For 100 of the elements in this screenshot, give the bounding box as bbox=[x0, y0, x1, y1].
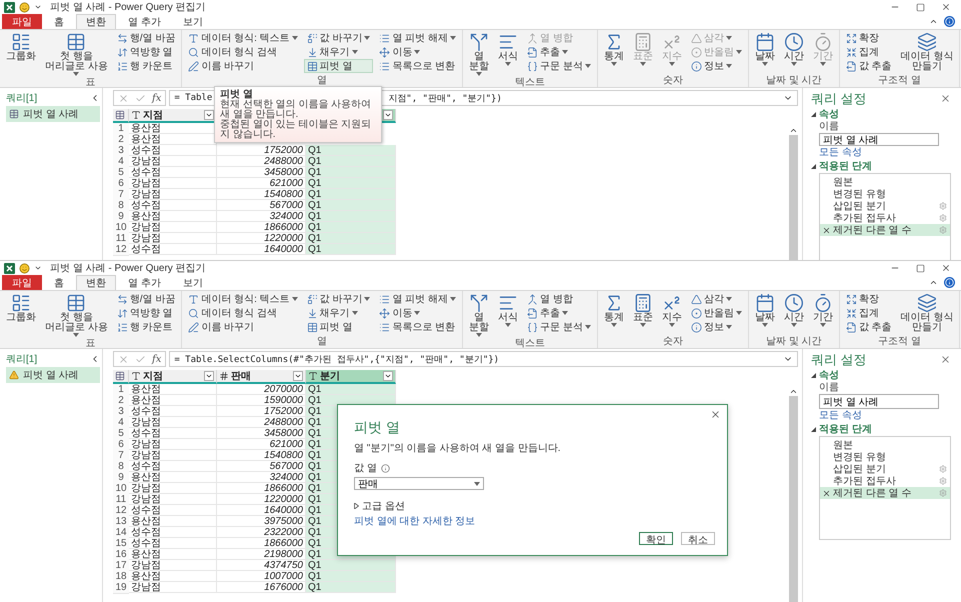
query-item[interactable]: 피벗 열 사례 bbox=[6, 106, 100, 122]
insert-function-label[interactable]: fx bbox=[152, 92, 162, 104]
ribbon-button[interactable]: 그룹화 bbox=[3, 31, 39, 63]
ribbon-button[interactable]: 열 분할 bbox=[466, 31, 492, 77]
ribbon-button[interactable]: 피벗 열 bbox=[304, 59, 374, 73]
ribbon-button[interactable]: 확장 bbox=[842, 292, 895, 306]
ribbon-button[interactable]: 확장 bbox=[842, 31, 895, 45]
ok-button[interactable]: 확인 bbox=[639, 532, 673, 545]
ribbon-button[interactable]: 구문 분석 bbox=[524, 59, 594, 73]
ribbon-button[interactable]: 이름 바꾸기 bbox=[185, 320, 301, 334]
file-menu-tab[interactable]: 파일 bbox=[2, 275, 42, 290]
step-item[interactable]: 원본 bbox=[820, 176, 950, 188]
step-item[interactable]: 추가된 접두사 bbox=[820, 212, 950, 224]
step-item[interactable]: 변경된 유형 bbox=[820, 188, 950, 200]
insert-function-label[interactable]: fx bbox=[152, 354, 162, 364]
help-icon[interactable] bbox=[944, 277, 955, 288]
ribbon-button[interactable]: 역방향 열 bbox=[114, 45, 178, 59]
ribbon-button[interactable]: 집계 bbox=[842, 45, 895, 59]
ribbon-button[interactable]: 이동 bbox=[376, 45, 460, 59]
ribbon-button[interactable]: 채우기 bbox=[304, 45, 374, 59]
step-item[interactable]: 변경된 유형 bbox=[820, 451, 950, 463]
file-menu-tab[interactable]: 파일 bbox=[2, 14, 42, 29]
step-item[interactable]: 제거된 다른 열 수 bbox=[820, 487, 950, 499]
ribbon-tab[interactable]: 홈 bbox=[44, 14, 74, 29]
ribbon-button[interactable]: 정보 bbox=[688, 59, 745, 73]
ribbon-button[interactable]: 채우기 bbox=[304, 306, 374, 320]
ribbon-button[interactable]: 데이터 형식 검색 bbox=[185, 306, 301, 320]
column-header[interactable]: 지점 bbox=[129, 109, 217, 123]
ribbon-tab[interactable]: 보기 bbox=[172, 14, 213, 29]
ribbon-button[interactable]: 목록으로 변환 bbox=[376, 59, 460, 73]
step-item[interactable]: 추가된 접두사 bbox=[820, 475, 950, 487]
query-name-field[interactable]: 피벗 열 사례 bbox=[819, 133, 939, 146]
ribbon-button[interactable]: 값 추출 bbox=[842, 59, 895, 73]
column-header[interactable]: 지점 bbox=[129, 370, 217, 384]
query-name-field[interactable]: 피벗 열 사례 bbox=[819, 394, 939, 409]
ribbon-button[interactable]: 값 추출 bbox=[842, 320, 895, 334]
ribbon-button[interactable]: 반올림 bbox=[688, 306, 745, 320]
ribbon-button[interactable]: 데이터 형식 만들기 bbox=[898, 31, 956, 73]
ribbon-button[interactable]: 열 피벗 해제 bbox=[376, 292, 460, 306]
ribbon-tab[interactable]: 홈 bbox=[44, 275, 74, 290]
ribbon-button[interactable]: 정보 bbox=[688, 320, 745, 334]
ribbon-button[interactable]: 서식 bbox=[495, 31, 522, 67]
ribbon-button[interactable]: 값 바꾸기 bbox=[304, 292, 374, 306]
formula-bar[interactable]: = Table.SelectColumns(#"추가된 접두사",{"지점", "판매", "분기"}) bbox=[169, 351, 798, 367]
step-item[interactable]: 원본 bbox=[820, 439, 950, 451]
vertical-scrollbar[interactable] bbox=[789, 386, 798, 602]
query-item[interactable]: 피벗 열 사례 bbox=[6, 367, 100, 383]
ribbon-button[interactable]: 통계 bbox=[600, 31, 627, 67]
step-item[interactable]: 삽입된 분기 bbox=[820, 463, 950, 475]
ribbon-button[interactable]: 행/열 바꿈 bbox=[114, 31, 178, 45]
ribbon-button[interactable]: 피벗 열 bbox=[304, 320, 374, 334]
ribbon-button[interactable]: 그룹화 bbox=[3, 292, 39, 324]
ribbon-button[interactable]: 기간 bbox=[810, 292, 836, 328]
ribbon-button[interactable]: 역방향 열 bbox=[114, 306, 178, 320]
column-header[interactable]: 분기 bbox=[306, 370, 396, 384]
ribbon-button[interactable]: 추출 bbox=[524, 45, 594, 59]
ribbon-button[interactable]: 통계 bbox=[600, 292, 627, 328]
ribbon-tab[interactable]: 보기 bbox=[172, 275, 213, 290]
ribbon-button[interactable]: 삼각 bbox=[688, 292, 745, 306]
all-properties-link[interactable]: 모든 속성 bbox=[811, 410, 951, 421]
ribbon-button[interactable]: 첫 행을 머리글로 사용 bbox=[42, 292, 111, 338]
ribbon-button[interactable]: 집계 bbox=[842, 306, 895, 320]
ribbon-button[interactable]: 첫 행을 머리글로 사용 bbox=[42, 31, 111, 77]
ribbon-button[interactable]: 서식 bbox=[495, 292, 522, 328]
ribbon-button[interactable]: 날짜 bbox=[752, 292, 778, 328]
ribbon-tab[interactable]: 변환 bbox=[76, 14, 116, 29]
ribbon-button[interactable]: 행/열 바꿈 bbox=[114, 292, 178, 306]
filter-button[interactable] bbox=[383, 371, 393, 381]
ribbon-tab[interactable]: 열 추가 bbox=[118, 275, 171, 290]
ribbon-button[interactable]: 값 바꾸기 bbox=[304, 31, 374, 45]
ribbon-button[interactable]: 행 카운트 bbox=[114, 320, 178, 334]
step-item[interactable]: 삽입된 분기 bbox=[820, 200, 950, 212]
ribbon-button[interactable]: 데이터 형식 만들기 bbox=[898, 292, 956, 334]
ribbon-button[interactable]: 추출 bbox=[524, 306, 594, 320]
ribbon-tab[interactable]: 열 추가 bbox=[118, 14, 171, 29]
ribbon-button[interactable]: 열 분할 bbox=[466, 292, 492, 338]
ribbon-button[interactable]: 구문 분석 bbox=[524, 320, 594, 334]
filter-button[interactable] bbox=[383, 110, 393, 120]
ribbon-button[interactable]: 열 피벗 해제 bbox=[376, 31, 460, 45]
column-header[interactable]: 판매 bbox=[217, 370, 306, 384]
ribbon-button[interactable]: 이동 bbox=[376, 306, 460, 320]
help-icon[interactable] bbox=[944, 16, 955, 27]
vertical-scrollbar[interactable] bbox=[789, 125, 798, 260]
filter-button[interactable] bbox=[204, 110, 214, 120]
ribbon-button[interactable]: 데이터 형식: 텍스트 bbox=[185, 292, 301, 306]
ribbon-button[interactable]: 날짜 bbox=[752, 31, 778, 67]
ribbon-button[interactable]: 데이터 형식 검색 bbox=[185, 45, 301, 59]
ribbon-button[interactable]: 지수 bbox=[658, 292, 685, 328]
ribbon-button[interactable]: 표준 bbox=[630, 292, 656, 328]
all-properties-link[interactable]: 모든 속성 bbox=[811, 147, 951, 158]
ribbon-button[interactable]: 열 병합 bbox=[524, 292, 594, 306]
ribbon-button[interactable]: 시간 bbox=[780, 292, 807, 328]
cancel-button[interactable]: 취소 bbox=[681, 532, 715, 545]
ribbon-tab[interactable]: 변환 bbox=[76, 275, 116, 290]
ribbon-button[interactable]: 이름 바꾸기 bbox=[185, 59, 301, 73]
value-column-dropdown[interactable]: 판매 bbox=[354, 477, 484, 490]
filter-button[interactable] bbox=[293, 371, 303, 381]
ribbon-button[interactable]: 목록으로 변환 bbox=[376, 320, 460, 334]
ribbon-button[interactable]: 행 카운트 bbox=[114, 59, 178, 73]
filter-button[interactable] bbox=[204, 371, 214, 381]
